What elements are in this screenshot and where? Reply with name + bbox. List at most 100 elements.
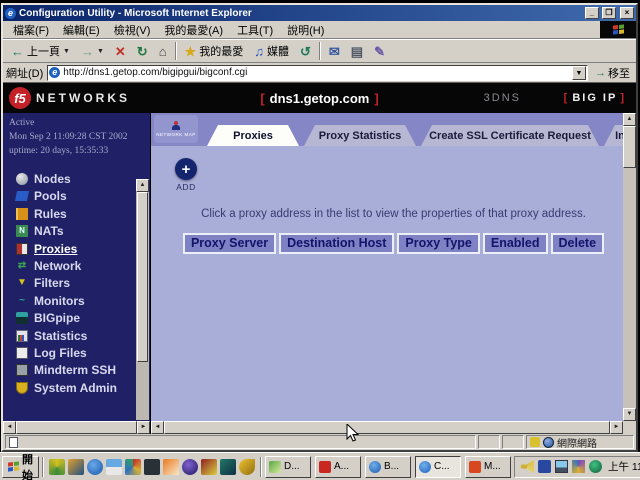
menu-view[interactable]: 檢視(V) [107, 21, 158, 39]
sidebar-item-nodes[interactable]: Nodes [16, 170, 150, 187]
content-vertical-scrollbar[interactable]: ▲ ▼ [623, 113, 636, 421]
task-button-2[interactable]: A... [315, 456, 361, 478]
menu-file[interactable]: 檔案(F) [6, 21, 56, 39]
column-delete[interactable]: Delete [551, 233, 605, 254]
favorites-button[interactable]: ★ 我的最愛 [180, 41, 249, 61]
scroll-up-icon[interactable]: ▲ [136, 179, 149, 192]
column-destination-host[interactable]: Destination Host [279, 233, 394, 254]
address-dropdown-icon[interactable]: ▼ [572, 66, 586, 80]
sidebar-item-label: Filters [34, 276, 70, 290]
quicklaunch-icon-6[interactable] [144, 459, 160, 475]
minimize-button[interactable]: _ [585, 7, 599, 19]
tab-proxy-statistics[interactable]: Proxy Statistics [304, 125, 416, 146]
column-enabled[interactable]: Enabled [483, 233, 548, 254]
quicklaunch-icon-8[interactable] [182, 459, 198, 475]
tray-icon-5[interactable] [589, 460, 602, 473]
go-button[interactable]: → 移至 [592, 65, 633, 81]
menu-tools[interactable]: 工具(T) [230, 21, 280, 39]
task-button-label: C... [434, 461, 450, 472]
sidebar-vertical-scrollbar[interactable]: ▲ [136, 179, 149, 420]
clock[interactable]: 上午 11:00 [608, 459, 640, 474]
scroll-right-icon[interactable]: ► [610, 421, 623, 434]
column-proxy-type[interactable]: Proxy Type [397, 233, 479, 254]
sidebar-item-nats[interactable]: NNATs [16, 222, 150, 239]
favorites-label: 我的最愛 [199, 43, 243, 59]
refresh-button[interactable]: ↻ [132, 43, 153, 60]
start-button[interactable]: 開始 [2, 456, 39, 478]
network-map-button[interactable]: NETWORK MAP [154, 115, 198, 143]
scroll-up-icon[interactable]: ▲ [623, 113, 636, 126]
quicklaunch-icon-11[interactable] [239, 459, 255, 475]
sidebar-item-mindterm-ssh[interactable]: Mindterm SSH [16, 362, 150, 379]
print-button[interactable]: ▤ [346, 43, 368, 60]
sidebar-item-label: Pools [34, 189, 67, 203]
bracket-left: [ [260, 91, 264, 106]
column-proxy-server[interactable]: Proxy Server [183, 233, 276, 254]
task-button-5[interactable]: M... [465, 456, 511, 478]
home-button[interactable]: ⌂ [154, 43, 172, 60]
address-input[interactable]: e http://dns1.getop.com/bigipgui/bigconf… [47, 65, 588, 81]
sidebar-horizontal-scrollbar[interactable]: ◄ ► [3, 421, 150, 434]
quicklaunch-icon-4[interactable] [106, 459, 122, 475]
quicklaunch-icon-7[interactable] [163, 459, 179, 475]
taskbar-separator [260, 457, 262, 477]
title-bar[interactable]: e Configuration Utility - Microsoft Inte… [3, 5, 636, 21]
sidebar-item-filters[interactable]: ▼Filters [16, 275, 150, 292]
close-button[interactable]: × [620, 7, 634, 19]
scroll-right-icon[interactable]: ► [137, 421, 150, 434]
sidebar-item-rules[interactable]: Rules [16, 205, 150, 222]
scrollbar-thumb[interactable] [164, 421, 610, 434]
edit-button[interactable]: ✎ [369, 43, 390, 60]
scrollbar-track[interactable] [623, 168, 636, 408]
sidebar-item-pools[interactable]: Pools [16, 188, 150, 205]
sidebar-item-log-files[interactable]: Log Files [16, 344, 150, 361]
tray-icon-4[interactable] [572, 460, 585, 473]
quicklaunch-icon-5[interactable] [125, 459, 141, 475]
quicklaunch-icon-9[interactable] [201, 459, 217, 475]
stop-button[interactable]: ✕ [110, 43, 131, 60]
windows-flag-icon [613, 24, 624, 34]
sidebar-item-system-admin[interactable]: System Admin [16, 379, 150, 396]
volume-icon[interactable] [521, 460, 534, 473]
forward-button[interactable]: → ▼ [76, 43, 109, 60]
url-text[interactable]: http://dns1.getop.com/bigipgui/bigconf.c… [63, 67, 569, 78]
task-button-1[interactable]: D... [265, 456, 311, 478]
sidebar-item-bigpipe[interactable]: BIGpipe [16, 309, 150, 326]
monitors-icon: ~ [16, 295, 28, 307]
scrollbar-thumb[interactable] [623, 126, 636, 168]
sidebar-item-monitors[interactable]: ~Monitors [16, 292, 150, 309]
scrollbar-thumb[interactable] [137, 192, 148, 362]
media-button[interactable]: ♫ 媒體 [249, 41, 294, 61]
quicklaunch-icon-1[interactable] [49, 459, 65, 475]
task-button-4[interactable]: C... [415, 456, 461, 478]
scroll-down-icon[interactable]: ▼ [623, 408, 636, 421]
sidebar-item-proxies[interactable]: Proxies [16, 240, 150, 257]
scroll-left-icon[interactable]: ◄ [151, 421, 164, 434]
sidebar-item-statistics[interactable]: Statistics [16, 327, 150, 344]
quicklaunch-icon-3[interactable] [87, 459, 103, 475]
display-icon[interactable] [555, 460, 568, 473]
back-dropdown-icon[interactable]: ▼ [63, 48, 70, 55]
forward-dropdown-icon[interactable]: ▼ [97, 48, 104, 55]
quicklaunch-icon-2[interactable] [68, 459, 84, 475]
zone-icon [530, 437, 540, 447]
menu-edit[interactable]: 編輯(E) [56, 21, 107, 39]
history-button[interactable]: ↺ [295, 43, 316, 60]
content-horizontal-scrollbar[interactable]: ◄ ► [151, 421, 623, 434]
sidebar-item-network[interactable]: ⇄Network [16, 257, 150, 274]
quicklaunch-icon-10[interactable] [220, 459, 236, 475]
add-icon[interactable]: + [175, 158, 197, 180]
menu-favorites[interactable]: 我的最愛(A) [157, 21, 230, 39]
tab-create-ssl-certificate-request[interactable]: Create SSL Certificate Request [421, 125, 599, 146]
tab-proxies[interactable]: Proxies [207, 125, 299, 146]
mail-button[interactable]: ✉ [324, 43, 345, 60]
scroll-left-icon[interactable]: ◄ [3, 421, 16, 434]
menu-help[interactable]: 說明(H) [280, 21, 331, 39]
scrollbar-thumb[interactable] [16, 421, 137, 434]
back-button[interactable]: ← 上一頁 ▼ [6, 41, 75, 61]
add-control[interactable]: + ADD [173, 158, 199, 192]
task-button-3[interactable]: B... [365, 456, 411, 478]
tray-icon-2[interactable] [538, 460, 551, 473]
restore-button[interactable]: ❐ [602, 7, 616, 19]
f5-logo: f5 [9, 87, 31, 109]
